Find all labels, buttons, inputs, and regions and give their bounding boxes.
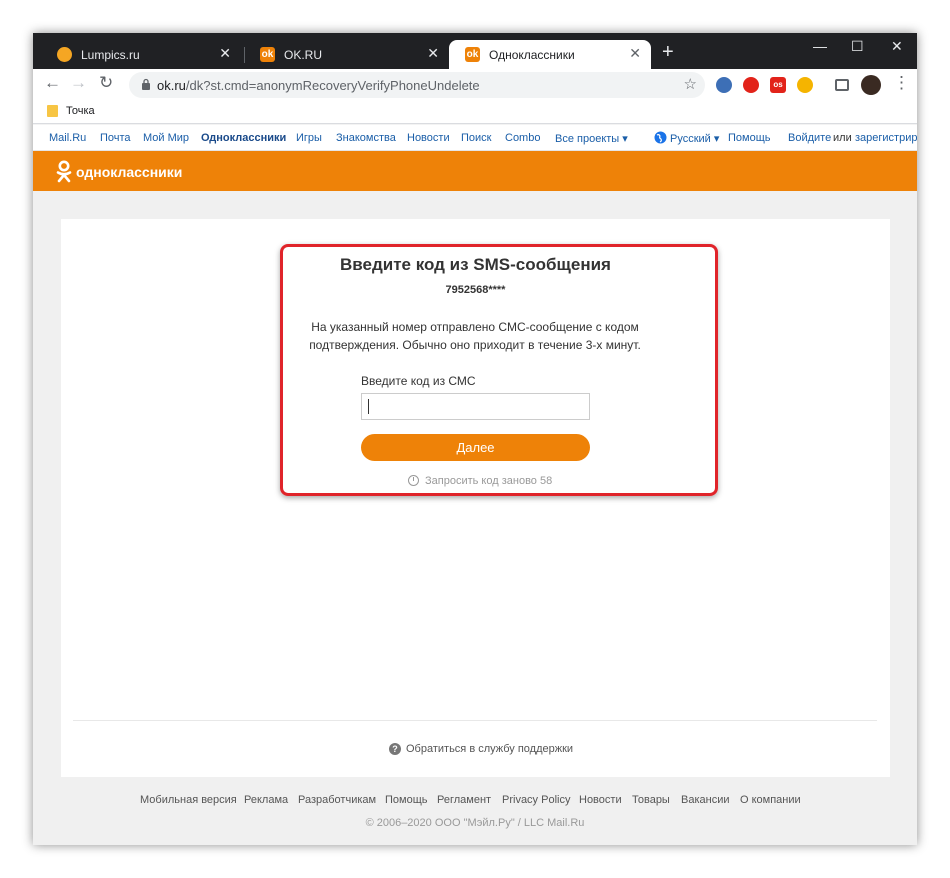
sms-description: На указанный номер отправлено СМС-сообще… [309, 320, 641, 352]
portal-link-myworld[interactable]: Мой Мир [143, 132, 189, 144]
site-header: одноклассники [33, 151, 917, 191]
tab-title: Lumpics.ru [81, 48, 140, 62]
footer-link-news[interactable]: Новости [579, 794, 622, 806]
divider [73, 720, 877, 721]
lumpics-favicon-icon [57, 47, 72, 62]
portal-link-games[interactable]: Игры [296, 132, 322, 144]
verify-card: Введите код из SMS-сообщения 7952568****… [61, 219, 890, 777]
browser-toolbar: ← → ↻ ok.ru/dk?st.cmd=anonymRecoveryVeri… [33, 69, 917, 102]
resend-code-label: Запросить код заново 58 [425, 475, 553, 487]
extension-os-icon[interactable]: os [770, 77, 786, 93]
playlist-icon[interactable] [835, 79, 849, 91]
extension-vpn-icon[interactable] [716, 77, 732, 93]
sms-code-input[interactable] [361, 393, 590, 420]
clock-icon [408, 475, 419, 486]
tab-lumpics[interactable]: Lumpics.ru ✕ [41, 40, 241, 69]
bookmark-star-icon[interactable]: ☆ [684, 75, 697, 93]
footer-link-mobile[interactable]: Мобильная версия [140, 794, 237, 806]
code-field-label: Введите код из СМС [361, 374, 476, 388]
web-page: Mail.Ru Почта Мой Мир Одноклассники Игры… [33, 125, 917, 845]
portal-link-news[interactable]: Новости [407, 132, 450, 144]
next-button[interactable]: Далее [361, 434, 590, 461]
ok-logo-icon[interactable] [55, 160, 73, 184]
or-text: или [833, 132, 852, 144]
tab-title: Одноклассники [489, 48, 575, 62]
tab-strip: Lumpics.ru ✕ ok OK.RU ✕ ok Одноклассники… [33, 33, 917, 69]
close-tab-icon[interactable]: ✕ [629, 45, 641, 62]
ok-favicon-icon: ok [260, 47, 275, 62]
portal-link-ok[interactable]: Одноклассники [201, 132, 286, 144]
forward-button[interactable]: → [70, 73, 87, 93]
portal-link-mail[interactable]: Почта [100, 132, 131, 144]
portal-nav: Mail.Ru Почта Мой Мир Одноклассники Игры… [33, 125, 917, 151]
footer-link-rules[interactable]: Регламент [437, 794, 491, 806]
footer-link-ads[interactable]: Реклама [244, 794, 288, 806]
portal-link-help[interactable]: Помощь [728, 132, 771, 144]
tab-odnoklassniki[interactable]: ok Одноклассники ✕ [449, 40, 651, 69]
footer-link-help[interactable]: Помощь [385, 794, 428, 806]
portal-link-combo[interactable]: Combo [505, 132, 540, 144]
close-tab-icon[interactable]: ✕ [427, 45, 439, 62]
login-link[interactable]: Войдите [788, 132, 831, 144]
portal-link-dating[interactable]: Знакомства [336, 132, 396, 144]
maximize-button[interactable]: ☐ [851, 38, 864, 55]
avatar[interactable] [861, 75, 881, 95]
resend-code[interactable]: Запросить код заново 58 [408, 473, 552, 487]
footer-link-goods[interactable]: Товары [632, 794, 670, 806]
language-selector[interactable]: Русский ▾ [670, 132, 719, 145]
address-bar[interactable]: ok.ru/dk?st.cmd=anonymRecoveryVerifyPhon… [129, 72, 705, 98]
menu-icon[interactable]: ⋮ [893, 73, 910, 93]
support-label: Обратиться в службу поддержки [406, 743, 574, 755]
close-tab-icon[interactable]: ✕ [219, 45, 231, 62]
portal-link-all-projects[interactable]: Все проекты ▾ [555, 132, 628, 145]
footer-link-jobs[interactable]: Вакансии [681, 794, 730, 806]
portal-link-search[interactable]: Поиск [461, 132, 491, 144]
site-logo-text[interactable]: одноклассники [76, 164, 182, 180]
extension-shield-icon[interactable] [797, 77, 813, 93]
tab-okru[interactable]: ok OK.RU ✕ [244, 40, 449, 69]
close-window-button[interactable]: ✕ [891, 38, 903, 55]
register-link[interactable]: зарегистриру [855, 132, 917, 144]
extension-adblock-icon[interactable] [743, 77, 759, 93]
footer-link-about[interactable]: О компании [740, 794, 801, 806]
browser-window: Lumpics.ru ✕ ok OK.RU ✕ ok Одноклассники… [33, 33, 917, 845]
new-tab-button[interactable]: + [662, 41, 674, 64]
url-text: ok.ru/dk?st.cmd=anonymRecoveryVerifyPhon… [157, 78, 480, 93]
page-title: Введите код из SMS-сообщения [340, 255, 611, 274]
footer-link-privacy[interactable]: Privacy Policy [502, 794, 570, 806]
text-caret [368, 399, 369, 414]
minimize-button[interactable]: — [813, 38, 827, 54]
folder-icon [47, 105, 58, 117]
lock-icon [142, 78, 150, 90]
phone-number: 7952568**** [445, 284, 506, 296]
portal-link-mailru[interactable]: Mail.Ru [49, 132, 86, 144]
ok-favicon-icon: ok [465, 47, 480, 62]
back-button[interactable]: ← [44, 73, 61, 93]
question-icon: ? [389, 743, 401, 755]
bookmarks-bar: Точка [33, 102, 917, 124]
footer-link-developers[interactable]: Разработчикам [298, 794, 376, 806]
url-path: /dk?st.cmd=anonymRecoveryVerifyPhoneUnde… [185, 78, 480, 93]
support-link[interactable]: ? Обратиться в службу поддержки [389, 743, 573, 755]
tab-title: OK.RU [284, 48, 323, 62]
copyright: © 2006–2020 ООО "Мэйл.Ру" / LLC Mail.Ru [365, 817, 585, 829]
globe-icon [654, 131, 667, 144]
bookmark-item[interactable]: Точка [66, 105, 95, 117]
reload-button[interactable]: ↻ [99, 73, 113, 93]
url-host: ok.ru [157, 78, 186, 93]
